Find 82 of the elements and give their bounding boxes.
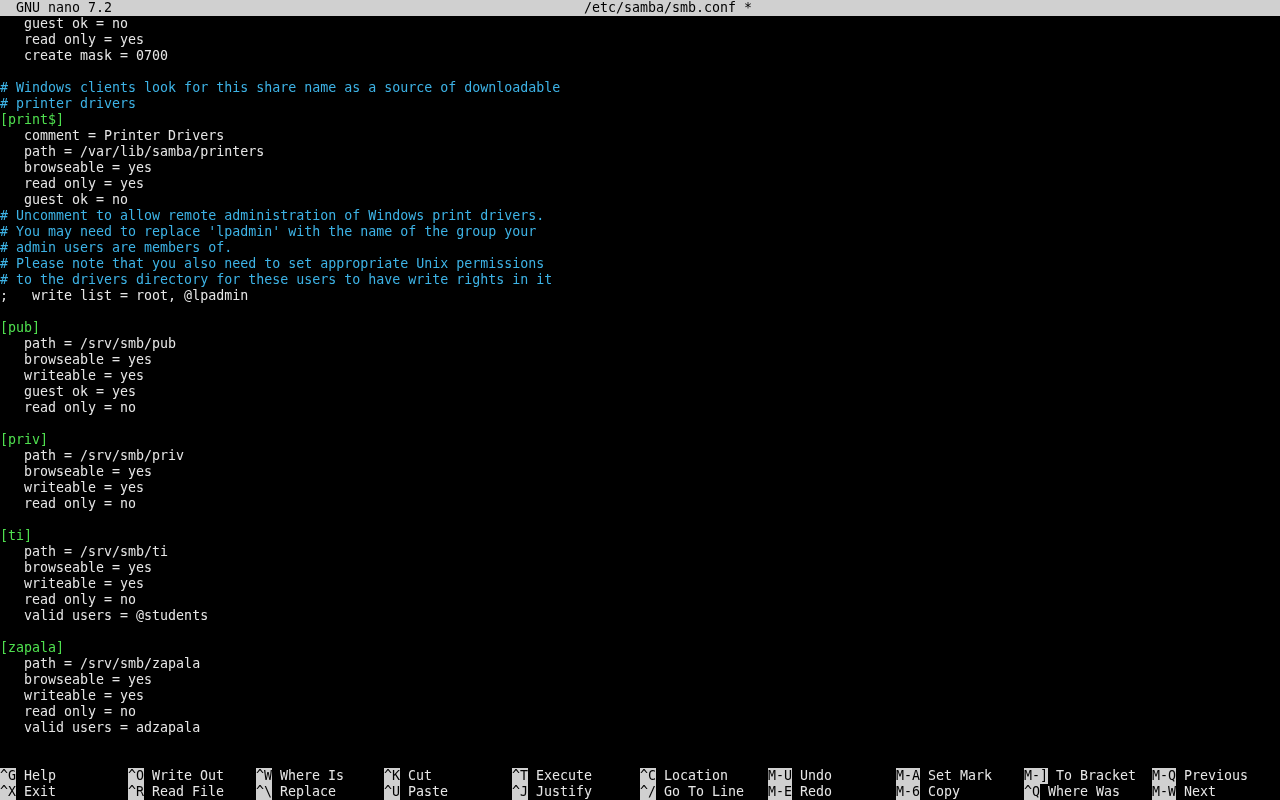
comment-line: # admin users are members of. [0, 240, 233, 255]
code-line: path = /srv/smb/priv [23, 448, 185, 463]
app-version: GNU nano 7.2 [15, 0, 114, 16]
shortcut-label: Next [1184, 784, 1217, 800]
code-line: browseable = yes [23, 672, 153, 687]
code-line: path = /srv/smb/pub [23, 336, 177, 351]
code-line: read only = no [23, 400, 137, 415]
comment-line: # Please note that you also need to set appropriate Unix permissions [0, 256, 545, 271]
code-line: browseable = yes [23, 560, 153, 575]
shortcut-key: M-6 [896, 784, 921, 800]
code-line: browseable = yes [23, 352, 153, 367]
code-line: writeable = yes [23, 480, 145, 495]
shortcut-label: To Bracket [1056, 768, 1137, 784]
code-line: read only = yes [23, 176, 145, 191]
shortcut-label: Location [664, 768, 729, 784]
comment-line: # to the drivers directory for these users to have write rights in it [0, 272, 553, 287]
code-line: create mask = 0700 [23, 48, 169, 63]
shortcut-key: ^O [128, 768, 144, 784]
code-line: writeable = yes [23, 688, 145, 703]
code-line: path = /var/lib/samba/printers [23, 144, 265, 159]
code-line: guest ok = yes [23, 384, 137, 399]
shortcut-key: ^Q [1024, 784, 1040, 800]
shortcut-key: M-Q [1152, 768, 1177, 784]
shortcut-label: Cut [408, 768, 433, 784]
shortcut-key: ^G [0, 768, 16, 784]
code-line: valid users = @students [23, 608, 209, 623]
shortcut-key: ^U [384, 784, 400, 800]
code-line: browseable = yes [23, 464, 153, 479]
shortcut-label: Where Was [1048, 784, 1121, 800]
section-header: [pub] [0, 320, 41, 335]
shortcut-label: Help [24, 768, 57, 784]
shortcut-key: M-A [896, 768, 921, 784]
code-line: valid users = adzapala [23, 720, 201, 735]
code-line: writeable = yes [23, 576, 145, 591]
comment-line: # printer drivers [0, 96, 137, 111]
comment-line: # You may need to replace 'lpadmin' with the name of the group your [0, 224, 537, 239]
shortcut-label: Redo [800, 784, 833, 800]
shortcut-label: Previous [1184, 768, 1249, 784]
shortcut-key: M-W [1152, 784, 1177, 800]
code-line: ; write list = root, @lpadmin [0, 288, 249, 303]
shortcut-label: Copy [928, 784, 961, 800]
file-path: /etc/samba/smb.conf * [584, 0, 754, 16]
shortcut-key: ^\ [256, 784, 272, 800]
code-line: read only = yes [23, 32, 145, 47]
shortcut-key: ^J [512, 784, 528, 800]
shortcut-label: Set Mark [928, 768, 993, 784]
code-line: read only = no [23, 496, 137, 511]
shortcut-key: M-U [768, 768, 793, 784]
section-header: [zapala] [0, 640, 65, 655]
code-line: comment = Printer Drivers [23, 128, 225, 143]
code-line: guest ok = no [23, 192, 129, 207]
code-line: read only = no [23, 704, 137, 719]
code-line: browseable = yes [23, 160, 153, 175]
shortcut-key: M-E [768, 784, 793, 800]
code-line: path = /srv/smb/zapala [23, 656, 201, 671]
shortcut-label: Exit [24, 784, 57, 800]
shortcut-label: Justify [536, 784, 593, 800]
code-line: path = /srv/smb/ti [23, 544, 169, 559]
code-line: writeable = yes [23, 368, 145, 383]
code-line: read only = no [23, 592, 137, 607]
comment-line: # Windows clients look for this share name as a source of downloadable [0, 80, 561, 95]
comment-line: # Uncomment to allow remote administration of Windows print drivers. [0, 208, 545, 223]
shortcut-key: ^C [640, 768, 656, 784]
shortcut-label: Write Out [152, 768, 225, 784]
shortcut-key: ^X [0, 784, 16, 800]
shortcut-key: M-] [1024, 768, 1049, 784]
shortcut-label: Execute [536, 768, 593, 784]
shortcut-key: ^R [128, 784, 144, 800]
shortcut-label: Replace [280, 784, 337, 800]
shortcut-label: Undo [800, 768, 833, 784]
code-line: guest ok = no [23, 16, 129, 31]
shortcut-label: Paste [408, 784, 449, 800]
shortcut-key: ^K [384, 768, 400, 784]
section-header: [print$] [0, 112, 65, 127]
shortcut-key: ^/ [640, 784, 656, 800]
shortcut-label: Read File [152, 784, 225, 800]
section-header: [priv] [0, 432, 49, 447]
shortcut-key: ^W [256, 768, 272, 784]
shortcut-label: Where Is [280, 768, 345, 784]
section-header: [ti] [0, 528, 33, 543]
shortcut-label: Go To Line [664, 784, 745, 800]
shortcut-key: ^T [512, 768, 528, 784]
